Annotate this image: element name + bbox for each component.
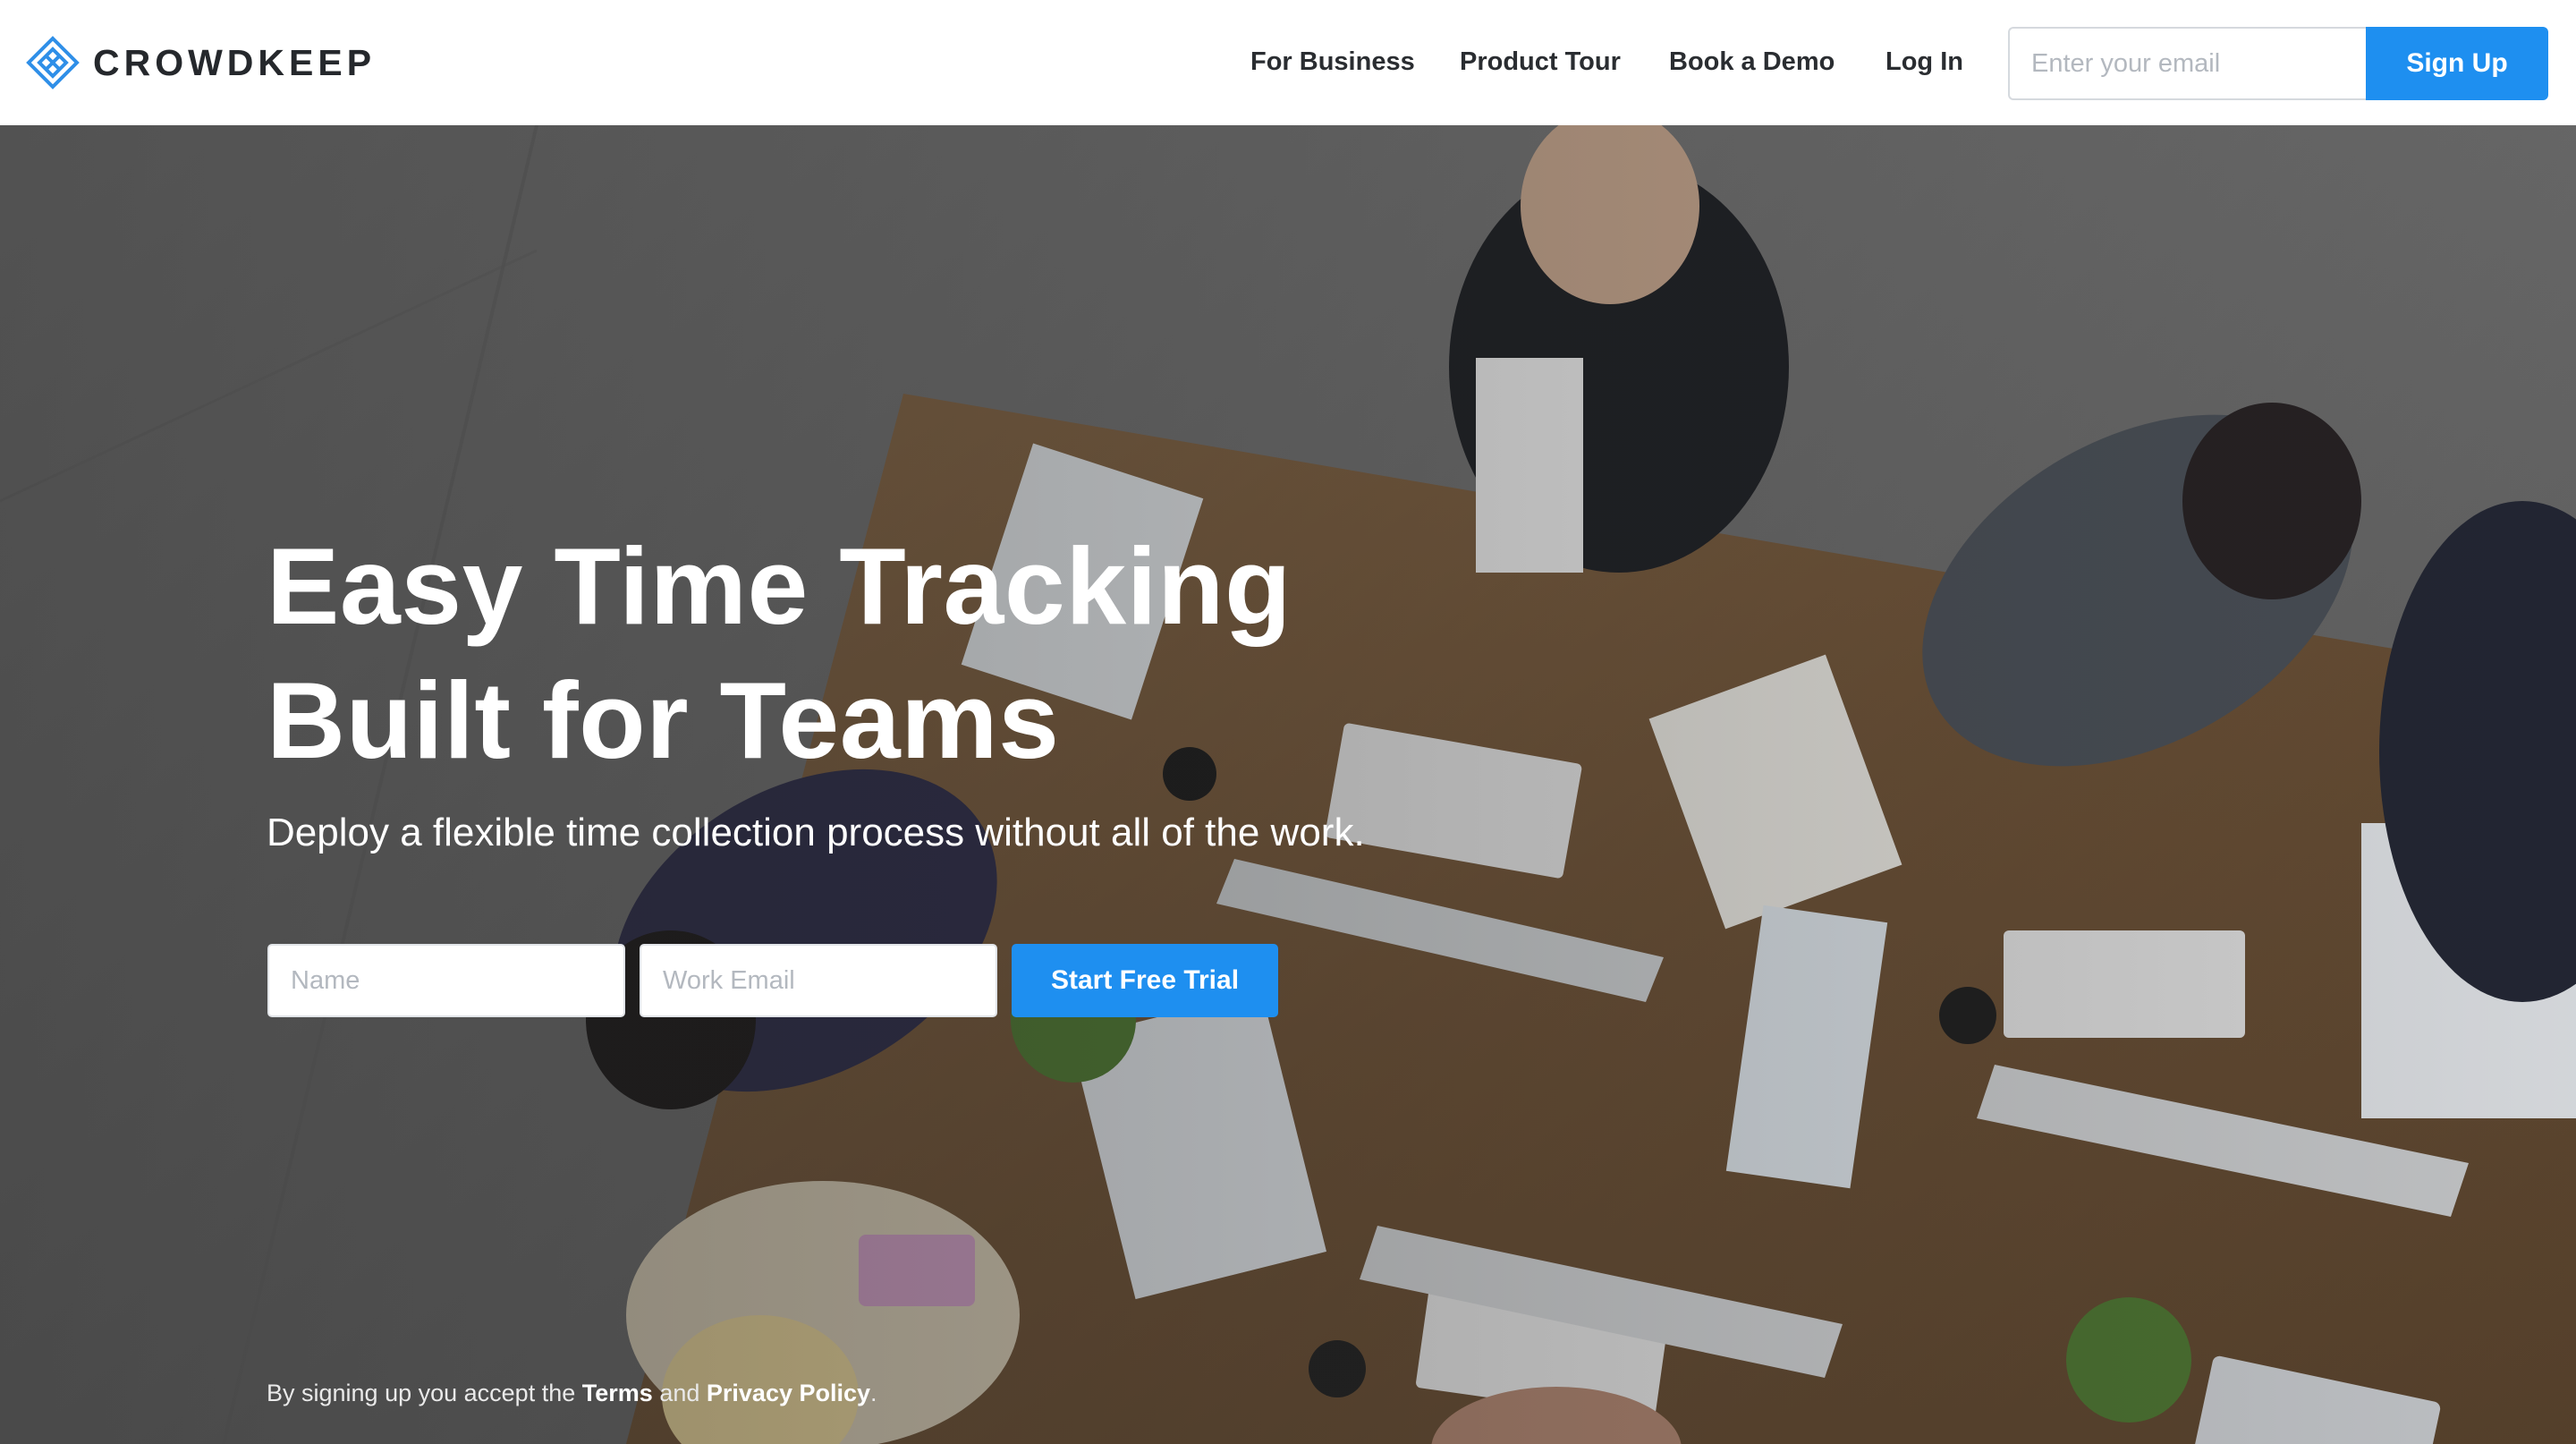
nav-for-business[interactable]: For Business bbox=[1250, 39, 1415, 84]
brand-logo[interactable]: CROWDKEEP bbox=[25, 34, 376, 91]
brand-name: CROWDKEEP bbox=[93, 41, 377, 83]
crowdkeep-logo-icon bbox=[26, 36, 80, 89]
terms-link[interactable]: Terms bbox=[582, 1380, 653, 1406]
nav-product-tour[interactable]: Product Tour bbox=[1460, 39, 1621, 84]
hero-headline-line-2: Built for Teams bbox=[267, 659, 1060, 781]
privacy-policy-link[interactable]: Privacy Policy bbox=[707, 1380, 870, 1406]
header-signup-button[interactable]: Sign Up bbox=[2366, 27, 2548, 100]
work-email-input[interactable] bbox=[640, 944, 997, 1017]
hero-headline: Easy Time Tracking Built for Teams bbox=[267, 519, 1608, 787]
legal-prefix: By signing up you accept the bbox=[267, 1380, 576, 1406]
hero-section: Easy Time Tracking Built for Teams Deplo… bbox=[0, 125, 2576, 1444]
header-email-input[interactable] bbox=[2008, 27, 2367, 100]
hero-headline-line-1: Easy Time Tracking bbox=[267, 525, 1292, 647]
top-navbar: CROWDKEEP For Business Product Tour Book… bbox=[0, 0, 2576, 125]
nav-log-in[interactable]: Log In bbox=[1885, 39, 1963, 84]
legal-notice: By signing up you accept the Terms and P… bbox=[267, 1380, 877, 1407]
start-free-trial-button[interactable]: Start Free Trial bbox=[1012, 944, 1278, 1017]
hero-subtitle: Deploy a flexible time collection proces… bbox=[267, 811, 1365, 854]
legal-suffix: . bbox=[870, 1380, 877, 1406]
name-input[interactable] bbox=[267, 944, 625, 1017]
nav-book-a-demo[interactable]: Book a Demo bbox=[1669, 39, 1835, 84]
legal-and: and bbox=[659, 1380, 700, 1406]
